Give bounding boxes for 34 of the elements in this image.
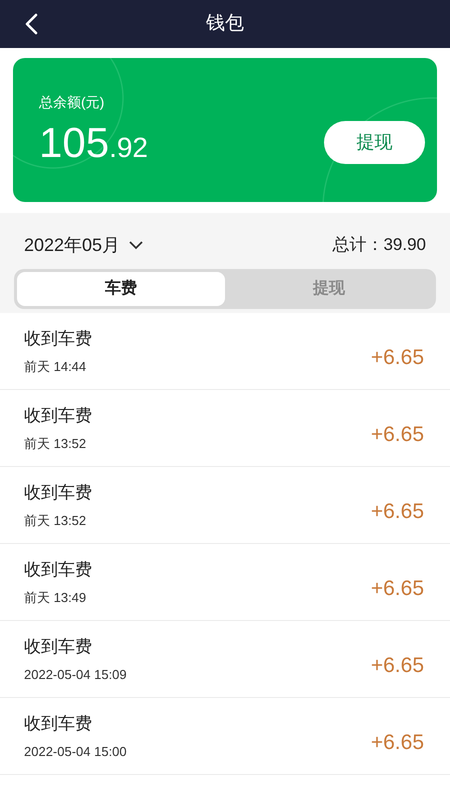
record-amount: +6.65 xyxy=(370,345,424,372)
record-title: 收到车费 xyxy=(24,328,92,350)
total-label: 总计： xyxy=(332,234,384,256)
record-time: 前天 14:44 xyxy=(24,358,88,376)
record-row[interactable]: 收到车费 前天 13:52 +6.65 xyxy=(0,390,450,467)
record-title: 收到车费 xyxy=(24,558,92,580)
chevron-down-icon[interactable] xyxy=(128,240,144,250)
record-amount: +6.65 xyxy=(370,499,424,526)
balance-integer: 105 xyxy=(39,122,110,164)
record-amount: +6.65 xyxy=(370,576,424,602)
record-title: 收到车费 xyxy=(24,482,92,504)
record-amount: +6.65 xyxy=(370,730,424,756)
balance-label: 总余额(元) xyxy=(39,93,106,112)
record-title: 收到车费 xyxy=(24,712,93,734)
withdraw-button[interactable]: 提现 xyxy=(324,121,425,164)
tab[interactable]: 车费 xyxy=(17,272,225,306)
record-amount: +6.65 xyxy=(370,653,424,680)
record-row[interactable]: 收到车费 前天 14:44 +6.65 xyxy=(0,313,450,390)
record-row[interactable]: 收到车费 前天 13:52 +6.65 xyxy=(0,467,450,544)
record-time: 2022-05-04 15:00 xyxy=(24,743,127,761)
record-row[interactable]: 收到车费 前天 13:49 +6.65 xyxy=(0,544,450,621)
record-title: 收到车费 xyxy=(24,404,92,426)
record-time: 2022-05-04 15:09 xyxy=(24,666,127,684)
record-row[interactable]: 收到车费 2022-05-04 15:00 +6.65 xyxy=(0,698,450,775)
month-selector[interactable]: 2022年05月 xyxy=(24,232,120,258)
record-time: 前天 13:49 xyxy=(24,589,88,607)
page-title: 钱包 xyxy=(206,12,244,36)
record-time: 前天 13:52 xyxy=(24,435,88,453)
record-title: 收到车费 xyxy=(24,636,93,658)
balance-decimal: .92 xyxy=(109,134,148,162)
record-amount: +6.65 xyxy=(370,422,424,448)
total-value: 39.90 xyxy=(383,234,426,256)
record-time: 前天 13:52 xyxy=(24,512,88,530)
record-row[interactable]: 收到车费 2022-05-04 15:09 +6.65 xyxy=(0,621,450,698)
